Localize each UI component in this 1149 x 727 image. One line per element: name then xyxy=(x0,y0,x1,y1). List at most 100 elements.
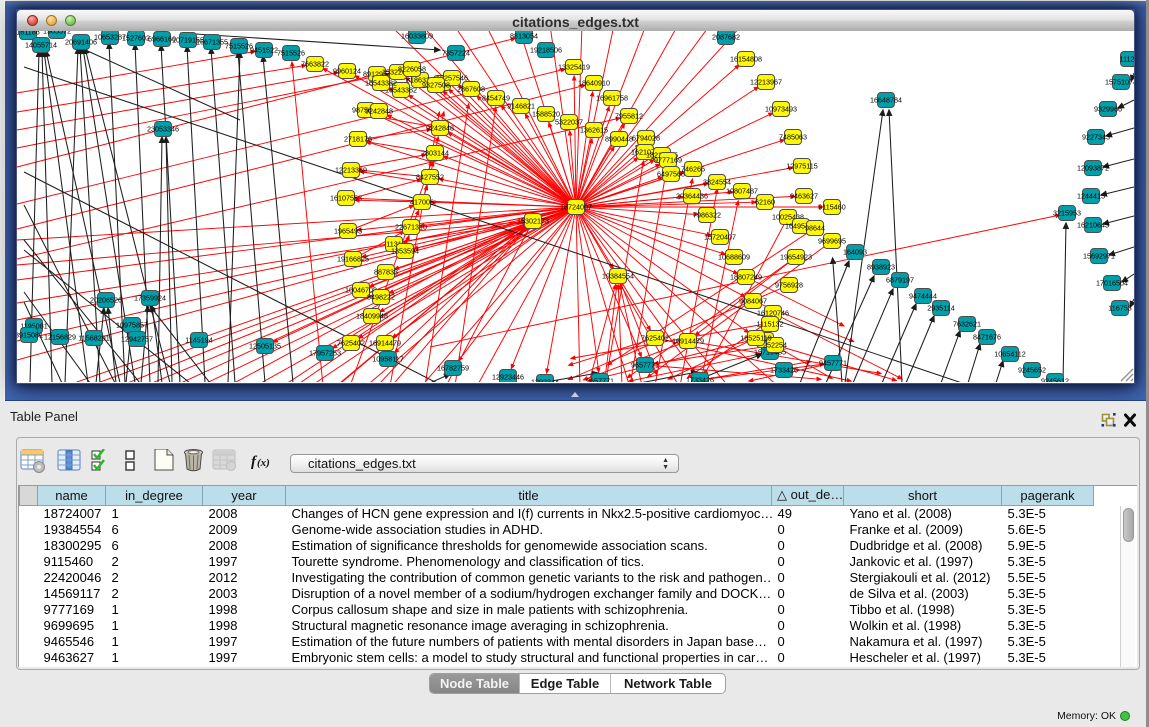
svg-text:18525119: 18525119 xyxy=(740,334,771,343)
svg-text:12923446: 12923446 xyxy=(492,373,524,382)
svg-text:18640910: 18640910 xyxy=(578,79,610,88)
svg-text:9227343: 9227343 xyxy=(1082,133,1110,142)
svg-text:8427552: 8427552 xyxy=(416,173,444,182)
svg-text:19384554: 19384554 xyxy=(602,272,634,281)
svg-text:9777169: 9777169 xyxy=(654,156,682,165)
svg-text:1905572: 1905572 xyxy=(43,31,71,36)
svg-text:1115132: 1115132 xyxy=(757,320,784,329)
svg-text:12505135: 12505135 xyxy=(249,342,281,351)
svg-text:887833: 887833 xyxy=(374,268,398,277)
svg-text:10958117: 10958117 xyxy=(372,355,403,364)
svg-text:10654112: 10654112 xyxy=(994,350,1025,359)
svg-text:16914479: 16914479 xyxy=(672,337,704,346)
svg-text:5322037: 5322037 xyxy=(555,118,583,127)
svg-text:14055714: 14055714 xyxy=(25,41,57,50)
svg-text:17359924: 17359924 xyxy=(134,294,166,303)
svg-text:15302173: 15302173 xyxy=(517,217,549,226)
svg-text:9457771: 9457771 xyxy=(819,359,847,368)
svg-text:9115460: 9115460 xyxy=(818,203,845,212)
svg-text:17016504: 17016504 xyxy=(1096,279,1128,288)
svg-text:6794028: 6794028 xyxy=(632,134,660,143)
svg-text:12942757: 12942757 xyxy=(121,335,153,344)
svg-text:8471676: 8471676 xyxy=(973,333,1001,342)
svg-text:116753: 116753 xyxy=(1108,304,1131,313)
svg-text:18807249: 18807249 xyxy=(730,273,762,282)
svg-text:417006: 417006 xyxy=(410,198,434,207)
svg-text:16782759: 16782759 xyxy=(437,364,469,373)
svg-text:1527602: 1527602 xyxy=(122,34,150,43)
svg-text:9242848: 9242848 xyxy=(426,124,454,133)
svg-text:19654923: 19654923 xyxy=(780,253,812,262)
svg-text:164093: 164093 xyxy=(843,248,867,257)
svg-text:20364436: 20364436 xyxy=(676,192,708,201)
svg-text:8938923: 8938923 xyxy=(867,263,895,272)
svg-text:7515526: 7515526 xyxy=(277,49,305,58)
svg-text:12975115: 12975115 xyxy=(786,162,817,171)
svg-text:8454749: 8454749 xyxy=(482,94,510,103)
svg-text:7625402: 7625402 xyxy=(337,339,365,348)
svg-text:9960124: 9960124 xyxy=(333,67,361,76)
svg-text:12213369: 12213369 xyxy=(335,166,367,175)
svg-text:19166825: 19166825 xyxy=(337,255,369,264)
svg-text:11121: 11121 xyxy=(1120,55,1134,64)
svg-text:10807487: 10807487 xyxy=(726,187,758,196)
svg-text:16154808: 16154808 xyxy=(730,55,762,64)
svg-text:18724007: 18724007 xyxy=(560,203,592,212)
svg-text:20206526: 20206526 xyxy=(90,296,122,305)
svg-text:2803144: 2803144 xyxy=(421,149,449,158)
svg-text:98644: 98644 xyxy=(805,224,825,233)
svg-text:9245612: 9245612 xyxy=(1041,377,1069,382)
svg-text:3824554: 3824554 xyxy=(703,178,731,187)
svg-text:1733426: 1733426 xyxy=(770,366,798,375)
svg-text:2087682: 2087682 xyxy=(712,33,740,42)
svg-text:16033809: 16033809 xyxy=(401,32,433,41)
svg-text:3915081: 3915081 xyxy=(17,331,43,340)
svg-text:16914479: 16914479 xyxy=(369,339,401,348)
svg-text:16107553: 16107553 xyxy=(330,194,362,203)
svg-text:9245652: 9245652 xyxy=(1018,366,1046,375)
svg-text:2935114: 2935114 xyxy=(927,304,954,313)
svg-text:1733426: 1733426 xyxy=(686,376,714,382)
svg-text:16648784: 16648784 xyxy=(870,96,902,105)
svg-text:10688609: 10688609 xyxy=(718,253,750,262)
svg-text:6879197: 6879197 xyxy=(886,276,914,285)
svg-text:16671355: 16671355 xyxy=(196,38,228,47)
svg-text:9463627: 9463627 xyxy=(790,192,818,201)
svg-text:9474444: 9474444 xyxy=(909,292,937,301)
svg-text:8990448: 8990448 xyxy=(605,135,633,144)
svg-text:2718176: 2718176 xyxy=(344,135,372,144)
svg-text:11568291: 11568291 xyxy=(78,334,109,343)
svg-text:(x): (x) xyxy=(257,457,270,469)
svg-text:161186: 161186 xyxy=(17,31,40,37)
svg-text:2867608: 2867608 xyxy=(457,85,485,94)
svg-text:746266: 746266 xyxy=(681,165,705,174)
svg-text:15751074: 15751074 xyxy=(1105,78,1134,87)
svg-text:22671310: 22671310 xyxy=(395,223,427,232)
svg-text:9756928: 9756928 xyxy=(775,281,803,290)
svg-text:16210643: 16210643 xyxy=(1077,221,1109,230)
svg-text:8498222: 8498222 xyxy=(367,293,395,302)
svg-text:9084067: 9084067 xyxy=(739,297,767,306)
svg-text:9327508: 9327508 xyxy=(422,81,450,90)
svg-text:12156829: 12156829 xyxy=(44,333,76,342)
svg-text:9657771: 9657771 xyxy=(586,377,614,382)
svg-text:62160: 62160 xyxy=(755,198,775,207)
svg-text:18409948: 18409948 xyxy=(356,312,388,321)
svg-text:7357224: 7357224 xyxy=(442,49,470,58)
svg-text:15692971: 15692971 xyxy=(1083,252,1115,261)
svg-text:1965493: 1965493 xyxy=(334,227,362,236)
svg-text:20691406: 20691406 xyxy=(65,38,97,47)
svg-text:16543382: 16543382 xyxy=(365,79,397,88)
svg-text:19218506: 19218506 xyxy=(530,46,562,55)
svg-text:17957253: 17957253 xyxy=(309,349,341,358)
svg-text:8226058: 8226058 xyxy=(398,65,426,74)
svg-text:3215953: 3215953 xyxy=(1053,209,1081,218)
svg-text:7955812: 7955812 xyxy=(615,112,643,121)
svg-text:9329966: 9329966 xyxy=(1094,105,1122,114)
svg-text:16961758: 16961758 xyxy=(596,94,628,103)
svg-text:7986322: 7986322 xyxy=(693,211,721,220)
svg-text:1244415: 1244415 xyxy=(1077,192,1105,201)
svg-text:9699695: 9699695 xyxy=(818,237,846,246)
svg-text:13325419: 13325419 xyxy=(558,63,590,72)
svg-text:7515526: 7515526 xyxy=(225,42,253,51)
